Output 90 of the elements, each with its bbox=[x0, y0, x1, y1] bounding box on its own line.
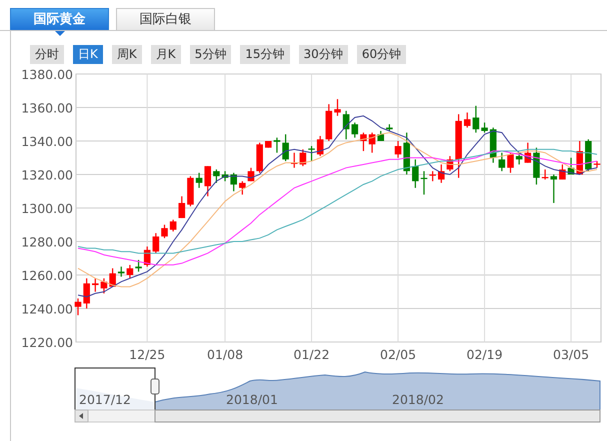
candlestick bbox=[109, 268, 116, 287]
candlestick bbox=[213, 169, 220, 183]
y-axis-label: 1320.00 bbox=[21, 168, 73, 182]
y-axis-label: 1340.00 bbox=[21, 134, 73, 149]
candlestick bbox=[334, 99, 341, 116]
candlestick bbox=[352, 122, 358, 138]
period-button[interactable]: 周K bbox=[112, 45, 142, 64]
candlestick bbox=[368, 132, 376, 153]
y-axis-label: 1260.00 bbox=[21, 268, 73, 283]
candlestick bbox=[464, 112, 471, 128]
navigator-date-label: 2018/01 bbox=[226, 392, 278, 407]
candlestick bbox=[204, 166, 212, 196]
x-axis-label: 02/05 bbox=[380, 347, 416, 362]
candlestick bbox=[83, 278, 90, 308]
period-button[interactable]: 月K bbox=[150, 45, 181, 64]
candlestick bbox=[377, 130, 384, 141]
candlestick bbox=[100, 278, 108, 294]
candlestick bbox=[533, 148, 540, 185]
candlestick bbox=[394, 141, 402, 158]
candlestick bbox=[187, 176, 194, 206]
candlestick bbox=[308, 146, 315, 162]
candlestick bbox=[542, 169, 548, 180]
tab-pointer-icon bbox=[55, 31, 65, 36]
candlestick bbox=[290, 152, 298, 168]
scroll-left-button[interactable] bbox=[74, 410, 88, 422]
y-axis-label: 1220.00 bbox=[21, 335, 73, 350]
y-axis-label: 1380.00 bbox=[21, 67, 73, 82]
navigator-handle[interactable] bbox=[150, 378, 160, 394]
x-axis-label: 02/19 bbox=[466, 347, 503, 362]
candlestick bbox=[248, 168, 254, 182]
candlestick bbox=[196, 172, 202, 188]
candlestick bbox=[360, 132, 367, 152]
candlestick bbox=[507, 152, 514, 173]
candlestick bbox=[420, 171, 428, 195]
candlestick bbox=[300, 149, 306, 166]
candlestick bbox=[481, 122, 488, 133]
candlestick bbox=[559, 164, 566, 180]
y-axis-label: 1300.00 bbox=[21, 201, 73, 216]
period-button[interactable]: 30分钟 bbox=[298, 45, 348, 64]
navigator-date-label: 2018/02 bbox=[392, 392, 444, 407]
candlestick bbox=[265, 141, 272, 148]
market-tab[interactable]: 国际白银 bbox=[116, 8, 215, 30]
y-axis-label: 1360.00 bbox=[21, 100, 73, 116]
candlestick bbox=[550, 174, 558, 203]
candlestick bbox=[282, 134, 289, 162]
candlestick bbox=[446, 156, 454, 172]
candlestick bbox=[412, 159, 419, 188]
candlestick bbox=[118, 266, 125, 277]
candlestick bbox=[161, 224, 168, 238]
candlestick bbox=[498, 152, 506, 172]
candlestick bbox=[74, 298, 82, 316]
scrollbar-thumb[interactable] bbox=[154, 410, 600, 422]
candlestick bbox=[516, 152, 522, 164]
candlestick bbox=[429, 171, 436, 182]
candlestick bbox=[386, 124, 393, 131]
candlestick bbox=[438, 164, 445, 183]
candlestick bbox=[144, 246, 150, 267]
x-axis-label: 12/25 bbox=[129, 347, 166, 362]
candlestick bbox=[403, 132, 410, 174]
candlestick bbox=[316, 136, 324, 156]
candlestick bbox=[230, 172, 237, 192]
candlestick bbox=[92, 278, 99, 292]
period-button[interactable]: 60分钟 bbox=[356, 45, 406, 64]
navigator-date-label: 2017/12 bbox=[79, 392, 131, 407]
candlestick bbox=[326, 104, 332, 141]
x-axis-label: 01/08 bbox=[207, 347, 244, 362]
period-button[interactable]: 日K bbox=[73, 45, 103, 64]
x-axis-label: 03/05 bbox=[553, 347, 590, 362]
y-axis-label: 1240.00 bbox=[21, 302, 73, 316]
candlestick bbox=[524, 142, 532, 163]
candlestick bbox=[135, 260, 142, 272]
candlestick bbox=[585, 139, 592, 172]
candlestick bbox=[222, 171, 228, 182]
candlestick bbox=[342, 110, 350, 140]
candlestick bbox=[576, 141, 583, 174]
candlestick bbox=[455, 114, 462, 178]
x-axis-label: 01/22 bbox=[294, 347, 330, 362]
candlestick bbox=[472, 106, 480, 133]
period-button[interactable]: 15分钟 bbox=[240, 45, 290, 64]
candlestick bbox=[178, 196, 186, 218]
candlestick bbox=[239, 181, 246, 195]
candlestick bbox=[152, 233, 160, 254]
candlestick bbox=[568, 158, 574, 174]
period-button[interactable]: 分时 bbox=[30, 45, 64, 64]
y-axis-label: 1280.00 bbox=[21, 234, 73, 250]
candlestick bbox=[594, 161, 600, 168]
candlestick bbox=[274, 138, 280, 153]
candlestick bbox=[170, 220, 176, 232]
candlestick bbox=[126, 264, 134, 278]
period-button[interactable]: 5分钟 bbox=[190, 45, 232, 64]
